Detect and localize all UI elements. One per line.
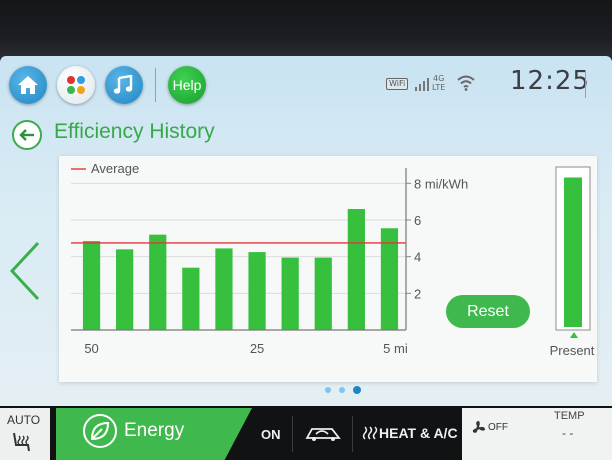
network-type-label: 4G LTE bbox=[432, 74, 446, 92]
clock: 12:25 bbox=[510, 66, 590, 96]
top-bar-divider bbox=[155, 68, 156, 102]
wifi-badge: WiFi bbox=[386, 78, 409, 90]
signal-strength-icon bbox=[415, 78, 429, 91]
y-tick-label: 8 mi/kWh bbox=[414, 176, 468, 191]
climate-on-button[interactable]: ON bbox=[261, 427, 281, 442]
efficiency-bar bbox=[82, 241, 101, 330]
infotainment-screen: Help WiFi 4G LTE 12:25 Efficiency Histor… bbox=[0, 56, 612, 406]
x-tick-label: 25 bbox=[250, 341, 264, 356]
x-tick-label: 50 bbox=[84, 341, 98, 356]
efficiency-bar bbox=[215, 248, 233, 330]
bottom-divider bbox=[292, 416, 293, 452]
screen-bezel bbox=[0, 0, 612, 58]
recirculation-icon[interactable] bbox=[304, 423, 342, 443]
efficiency-bar bbox=[182, 267, 200, 330]
efficiency-chart: 2 4 6 8 mi/kWh 50 25 5 mi Average Present bbox=[71, 161, 595, 358]
leaf-icon bbox=[83, 414, 117, 448]
temp-value: - - bbox=[562, 426, 574, 440]
x-tick-label: 5 mi bbox=[383, 341, 408, 356]
top-bar: Help WiFi 4G LTE 12:25 bbox=[0, 56, 612, 112]
page-indicator bbox=[0, 386, 612, 396]
efficiency-bar bbox=[347, 209, 365, 330]
y-tick-label: 4 bbox=[414, 250, 421, 265]
page-dot-2[interactable] bbox=[339, 387, 345, 393]
apps-grid-icon bbox=[66, 75, 86, 95]
help-button[interactable]: Help bbox=[168, 66, 206, 104]
apps-button[interactable] bbox=[57, 66, 95, 104]
fan-icon bbox=[472, 421, 485, 433]
home-button[interactable] bbox=[9, 66, 47, 104]
y-tick-label: 6 bbox=[414, 213, 421, 228]
page-title: Efficiency History bbox=[54, 120, 215, 143]
heat-ac-button[interactable]: HEAT & A/C bbox=[379, 425, 458, 441]
y-tick-label: 2 bbox=[414, 286, 421, 301]
clock-divider bbox=[585, 70, 586, 98]
bottom-divider bbox=[352, 416, 353, 452]
chart-labels: 2 4 6 8 mi/kWh 50 25 5 mi bbox=[84, 176, 468, 356]
help-label: Help bbox=[172, 77, 202, 93]
reset-button[interactable]: Reset bbox=[446, 295, 530, 328]
page-dot-3[interactable] bbox=[353, 386, 361, 394]
wifi-icon bbox=[457, 75, 475, 91]
efficiency-bar bbox=[149, 234, 167, 330]
fan-control-button[interactable]: OFF TEMP - - bbox=[462, 408, 612, 460]
present-label: Present bbox=[550, 343, 595, 358]
audio-button[interactable] bbox=[105, 66, 143, 104]
efficiency-bar bbox=[281, 257, 299, 330]
previous-page-arrow-icon[interactable] bbox=[8, 239, 42, 303]
efficiency-bar bbox=[314, 257, 332, 330]
auto-seat-heat-button[interactable]: AUTO bbox=[0, 408, 50, 460]
heat-waves-icon bbox=[362, 426, 378, 440]
music-note-icon bbox=[113, 75, 133, 94]
efficiency-bar bbox=[248, 252, 266, 330]
bottom-bar: AUTO Energy ON HEAT & A/C OFF TEMP - - bbox=[0, 406, 612, 460]
back-arrow-icon bbox=[19, 129, 34, 141]
efficiency-chart-panel: 2 4 6 8 mi/kWh 50 25 5 mi Average Present Rese… bbox=[59, 156, 597, 382]
back-button[interactable] bbox=[12, 120, 42, 150]
page-dot-1[interactable] bbox=[325, 387, 331, 393]
efficiency-bar bbox=[116, 249, 134, 330]
chart-bars bbox=[71, 209, 406, 330]
energy-label: Energy bbox=[124, 420, 185, 441]
present-marker-icon bbox=[570, 332, 578, 338]
temp-label: TEMP bbox=[554, 410, 585, 422]
home-icon bbox=[18, 76, 38, 94]
heated-seat-icon bbox=[13, 432, 30, 452]
present-gauge-bar bbox=[564, 177, 582, 327]
legend-average-label: Average bbox=[91, 161, 139, 176]
